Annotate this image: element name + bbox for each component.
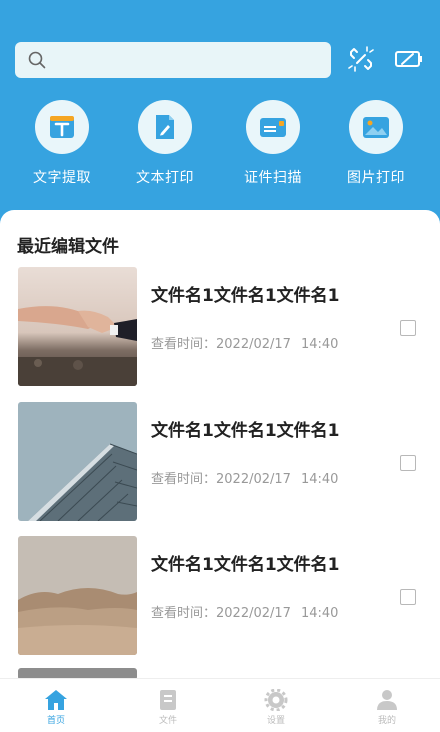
time-label: 查看时间：	[151, 337, 217, 352]
file-time: 查看时间：2022/02/17 14:40	[151, 468, 338, 487]
tool-label: 文本打印	[136, 170, 194, 186]
hands-photo-thumbnail	[18, 267, 137, 386]
tool-label: 图片打印	[347, 170, 405, 186]
link-scan-icon[interactable]	[345, 43, 377, 75]
list-item[interactable]: 文件名1文件名1文件名1 查看时间：2022/02/17 14:40	[0, 536, 440, 656]
time-label: 查看时间：	[151, 472, 217, 487]
id-scan-icon	[260, 118, 286, 137]
bottom-nav: 首页 文件 设置 我的	[0, 678, 440, 732]
tool-grid: 文字提取 文本打印 证件扫描 图片打印	[0, 100, 440, 190]
file-name: 文件名1文件名1文件名1	[151, 286, 340, 306]
nav-label: 我的	[377, 716, 396, 726]
select-checkbox[interactable]	[400, 589, 416, 605]
recent-files-panel: 最近编辑文件 文件名1文件名1文件名1 查看时间：2022/02/17 14:4…	[0, 210, 440, 680]
time-date: 2022/02/17	[216, 472, 291, 487]
time-clock: 14:40	[300, 472, 339, 487]
header-area: 文字提取 文本打印 证件扫描 图片打印	[0, 0, 440, 240]
tool-icon-bg	[246, 100, 300, 154]
file-time: 查看时间：2022/02/17 14:40	[151, 602, 338, 621]
tool-icon-bg	[349, 100, 403, 154]
tool-icon-bg	[35, 100, 89, 154]
image-print-icon	[363, 117, 389, 138]
tool-image-print[interactable]: 图片打印	[331, 100, 421, 187]
nav-file[interactable]: 文件	[138, 689, 198, 726]
search-icon	[28, 51, 46, 69]
file-name: 文件名1文件名1文件名1	[151, 555, 340, 575]
text-extract-icon	[50, 116, 74, 138]
time-label: 查看时间：	[151, 606, 217, 621]
time-date: 2022/02/17	[216, 337, 291, 352]
search-input[interactable]	[55, 42, 325, 78]
file-name: 文件名1文件名1文件名1	[151, 421, 340, 441]
building-photo-thumbnail	[18, 402, 137, 521]
file-thumbnail	[18, 267, 137, 386]
section-title: 最近编辑文件	[17, 237, 119, 257]
file-time: 查看时间：2022/02/17 14:40	[151, 333, 338, 352]
home-icon	[45, 690, 67, 710]
tool-label: 文字提取	[33, 170, 91, 186]
tool-text-extract[interactable]: 文字提取	[17, 100, 107, 187]
time-date: 2022/02/17	[216, 606, 291, 621]
search-bar[interactable]	[15, 42, 331, 78]
time-clock: 14:40	[300, 337, 339, 352]
nav-label: 首页	[46, 716, 65, 726]
battery-icon[interactable]	[393, 43, 425, 75]
tool-icon-bg	[138, 100, 192, 154]
settings-icon	[264, 689, 288, 711]
nav-settings[interactable]: 设置	[246, 689, 306, 726]
doc-print-icon	[156, 115, 174, 139]
nav-label: 文件	[158, 716, 177, 726]
tool-doc-print[interactable]: 文本打印	[120, 100, 210, 187]
nav-label: 设置	[266, 716, 285, 726]
time-clock: 14:40	[300, 606, 339, 621]
file-thumbnail	[18, 536, 137, 655]
tool-id-scan[interactable]: 证件扫描	[228, 100, 318, 187]
select-checkbox[interactable]	[400, 320, 416, 336]
file-icon	[160, 690, 176, 710]
nav-home[interactable]: 首页	[26, 689, 86, 726]
list-item[interactable]: 文件名1文件名1文件名1 查看时间：2022/02/17 14:40	[0, 267, 440, 387]
nav-profile[interactable]: 我的	[357, 689, 417, 726]
list-item[interactable]: 文件名1文件名1文件名1 查看时间：2022/02/17 14:40	[0, 402, 440, 522]
desert-photo-thumbnail	[18, 536, 137, 655]
file-thumbnail	[18, 402, 137, 521]
profile-icon	[377, 690, 397, 710]
tool-label: 证件扫描	[244, 170, 302, 186]
select-checkbox[interactable]	[400, 455, 416, 471]
